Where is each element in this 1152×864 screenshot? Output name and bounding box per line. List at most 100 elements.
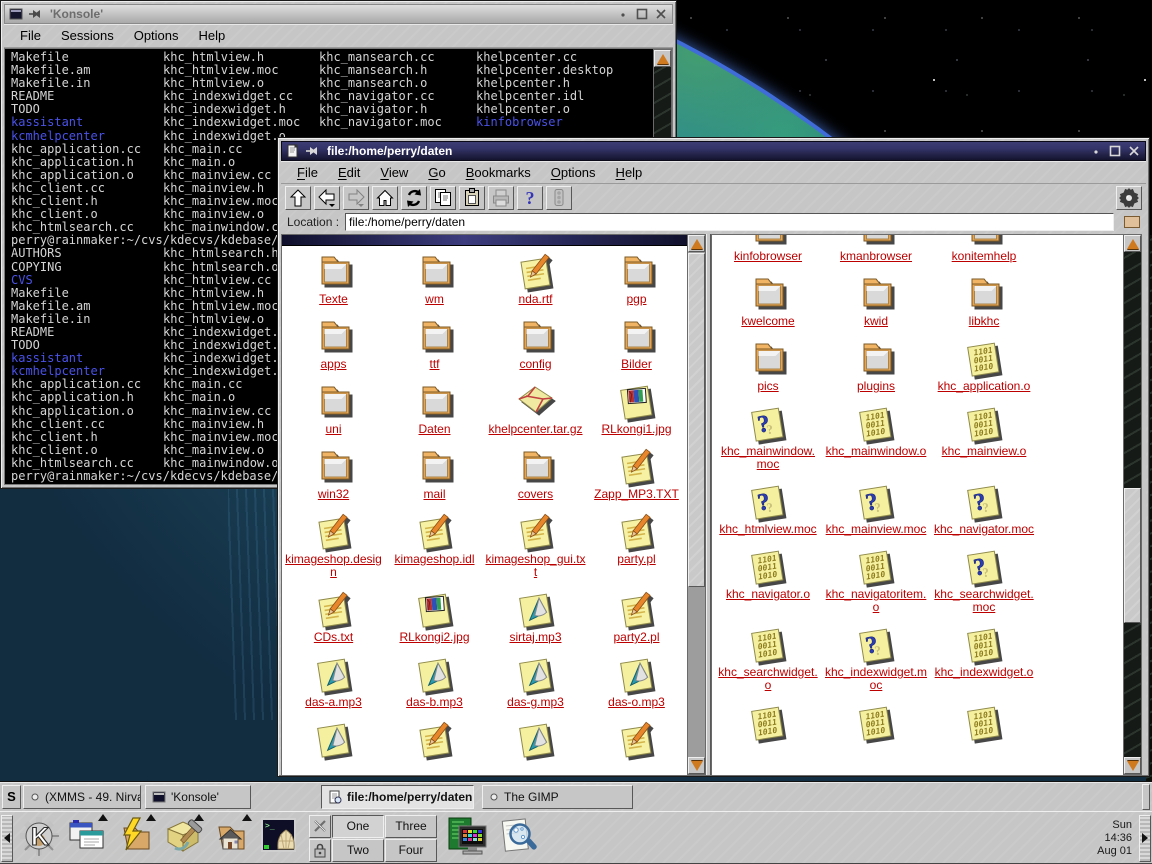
file-item-apps[interactable]: apps bbox=[283, 317, 384, 382]
scroll-down-icon[interactable] bbox=[688, 757, 705, 774]
kmenu-launcher[interactable]: K bbox=[16, 815, 62, 861]
file-item-kimageshop.idl[interactable]: kimageshop.idl bbox=[384, 512, 485, 590]
location-mini-button[interactable] bbox=[1124, 216, 1140, 228]
file-item-kwelcome[interactable]: kwelcome bbox=[714, 274, 822, 339]
konsole-titlebar[interactable]: 'Konsole' bbox=[4, 4, 673, 24]
lightning-launcher[interactable] bbox=[112, 815, 158, 861]
task-button[interactable]: The GIMP bbox=[482, 785, 633, 809]
menu-item-options[interactable]: Options bbox=[543, 163, 604, 182]
file-item-khc_mainwindow.moc[interactable]: ??khc_mainwindow.moc bbox=[714, 404, 822, 482]
maximize-button[interactable] bbox=[1107, 144, 1123, 158]
file-item-wm[interactable]: wm bbox=[384, 252, 485, 317]
panel-clock[interactable]: Sun 14:36 Aug 01 bbox=[1097, 819, 1136, 858]
file-item-khc_htmlview.moc[interactable]: ??khc_htmlview.moc bbox=[714, 482, 822, 547]
menu-item-options[interactable]: Options bbox=[126, 26, 187, 45]
menu-item-go[interactable]: Go bbox=[420, 163, 453, 182]
reload-button[interactable] bbox=[401, 186, 427, 210]
file-item-das-b.mp3[interactable]: das-b.mp3 bbox=[384, 655, 485, 720]
file-item[interactable] bbox=[283, 720, 384, 772]
scrollbar-thumb[interactable] bbox=[1124, 488, 1141, 623]
file-item-khc_navigator.o[interactable]: 110100111010khc_navigator.o bbox=[714, 547, 822, 625]
left-pane-scrollbar[interactable] bbox=[687, 234, 706, 775]
gear-button[interactable] bbox=[1116, 186, 1142, 210]
shade-button[interactable] bbox=[615, 7, 631, 21]
file-item-party2.pl[interactable]: party2.pl bbox=[586, 590, 687, 655]
right-pane-scrollbar[interactable] bbox=[1123, 234, 1142, 775]
magnifier-launcher[interactable] bbox=[494, 815, 540, 861]
menu-item-help[interactable]: Help bbox=[191, 26, 234, 45]
display-launcher[interactable] bbox=[444, 815, 490, 861]
file-item-CDs.txt[interactable]: CDs.txt bbox=[283, 590, 384, 655]
menu-item-edit[interactable]: Edit bbox=[330, 163, 368, 182]
scroll-up-icon[interactable] bbox=[654, 50, 671, 67]
task-button[interactable]: 'Konsole' bbox=[145, 785, 251, 809]
file-item-khc_mainview.moc[interactable]: ??khc_mainview.moc bbox=[822, 482, 930, 547]
file-item-kimageshop.design[interactable]: kimageshop.design bbox=[283, 512, 384, 590]
desktop-two-button[interactable]: Two bbox=[332, 839, 384, 862]
file-item-khc_indexwidget.o[interactable]: 110100111010khc_indexwidget.o bbox=[930, 625, 1038, 703]
konsole-launcher[interactable]: >_ bbox=[256, 815, 302, 861]
file-item-libkhc[interactable]: libkhc bbox=[930, 274, 1038, 339]
location-input[interactable] bbox=[345, 213, 1114, 231]
file-item-Daten[interactable]: Daten bbox=[384, 382, 485, 447]
file-item[interactable]: 110100111010 bbox=[930, 703, 1038, 755]
menu-item-file[interactable]: File bbox=[12, 26, 49, 45]
file-item-konitemhelp[interactable]: konitemhelp bbox=[930, 234, 1038, 274]
file-item-khc_navigatoritem.o[interactable]: 110100111010khc_navigatoritem.o bbox=[822, 547, 930, 625]
task-button[interactable]: file:/home/perry/daten bbox=[321, 785, 474, 809]
home-button[interactable] bbox=[372, 186, 398, 210]
fm-window-icon[interactable] bbox=[285, 144, 301, 158]
file-item-khelpcenter.tar.gz[interactable]: khelpcenter.tar.gz bbox=[485, 382, 586, 447]
file-item-khc_searchwidget.o[interactable]: 110100111010khc_searchwidget.o bbox=[714, 625, 822, 703]
file-item[interactable]: 110100111010 bbox=[714, 703, 822, 755]
file-item-config[interactable]: config bbox=[485, 317, 586, 382]
file-item-kwid[interactable]: kwid bbox=[822, 274, 930, 339]
file-item[interactable] bbox=[586, 720, 687, 772]
menu-item-help[interactable]: Help bbox=[608, 163, 651, 182]
konsole-window-icon[interactable] bbox=[8, 7, 24, 21]
file-item-pgp[interactable]: pgp bbox=[586, 252, 687, 317]
desktop-three-button[interactable]: Three bbox=[385, 815, 437, 838]
file-item-das-g.mp3[interactable]: das-g.mp3 bbox=[485, 655, 586, 720]
maximize-button[interactable] bbox=[634, 7, 650, 21]
fm-titlebar[interactable]: file:/home/perry/daten bbox=[281, 141, 1146, 161]
file-item-khc_mainview.o[interactable]: 110100111010khc_mainview.o bbox=[930, 404, 1038, 482]
file-item-khc_mainwindow.o[interactable]: 110100111010khc_mainwindow.o bbox=[822, 404, 930, 482]
desktop-one-button[interactable]: One bbox=[332, 815, 384, 838]
file-item-plugins[interactable]: plugins bbox=[822, 339, 930, 404]
file-item-ttf[interactable]: ttf bbox=[384, 317, 485, 382]
help-button[interactable]: ? bbox=[517, 186, 543, 210]
paste-button[interactable] bbox=[459, 186, 485, 210]
file-item-Zapp_MP3.TXT[interactable]: Zapp_MP3.TXT bbox=[586, 447, 687, 512]
pager-lock-button[interactable] bbox=[309, 839, 331, 862]
scroll-down-icon[interactable] bbox=[1124, 757, 1141, 774]
menu-item-bookmarks[interactable]: Bookmarks bbox=[458, 163, 539, 182]
file-item-party.pl[interactable]: party.pl bbox=[586, 512, 687, 590]
file-item-pics[interactable]: pics bbox=[714, 339, 822, 404]
file-item-win32[interactable]: win32 bbox=[283, 447, 384, 512]
file-item[interactable]: 110100111010 bbox=[822, 703, 930, 755]
file-item-khc_application.o[interactable]: 110100111010khc_application.o bbox=[930, 339, 1038, 404]
shade-button[interactable] bbox=[1088, 144, 1104, 158]
panel-hide-right[interactable] bbox=[1139, 815, 1151, 862]
file-item-khc_searchwidget.moc[interactable]: ??khc_searchwidget.moc bbox=[930, 547, 1038, 625]
file-item-kmanbrowser[interactable]: kmanbrowser bbox=[822, 234, 930, 274]
pager-config-button[interactable] bbox=[309, 815, 331, 838]
menu-item-file[interactable]: File bbox=[289, 163, 326, 182]
task-button[interactable]: (XMMS - 49. Nirvan... bbox=[23, 785, 141, 809]
windowlist-launcher[interactable] bbox=[64, 815, 110, 861]
file-item-Texte[interactable]: Texte bbox=[283, 252, 384, 317]
file-item-kinfobrowser[interactable]: kinfobrowser bbox=[714, 234, 822, 274]
scroll-up-icon[interactable] bbox=[1124, 235, 1141, 252]
file-item-sirtaj.mp3[interactable]: sirtaj.mp3 bbox=[485, 590, 586, 655]
file-item-khc_navigator.moc[interactable]: ??khc_navigator.moc bbox=[930, 482, 1038, 547]
file-item-das-o.mp3[interactable]: das-o.mp3 bbox=[586, 655, 687, 720]
file-item-nda.rtf[interactable]: nda.rtf bbox=[485, 252, 586, 317]
scrollbar-thumb[interactable] bbox=[688, 253, 705, 587]
file-item-khc_indexwidget.moc[interactable]: ??khc_indexwidget.moc bbox=[822, 625, 930, 703]
menu-item-sessions[interactable]: Sessions bbox=[53, 26, 122, 45]
menu-item-view[interactable]: View bbox=[372, 163, 416, 182]
close-button[interactable] bbox=[653, 7, 669, 21]
file-item[interactable] bbox=[485, 720, 586, 772]
panel-hide-left[interactable] bbox=[1, 815, 13, 862]
